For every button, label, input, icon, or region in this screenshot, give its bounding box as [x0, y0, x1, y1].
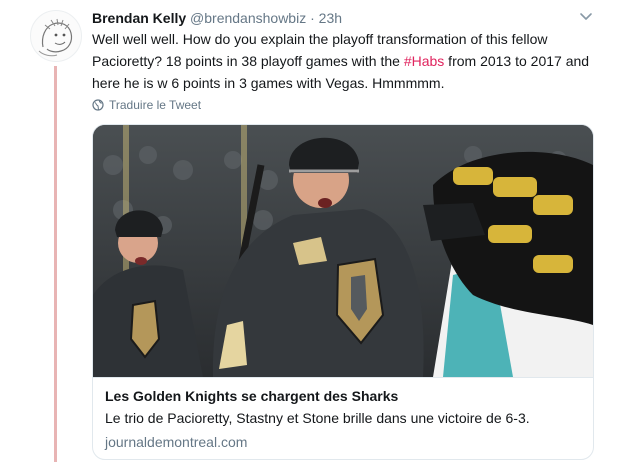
card-body: Les Golden Knights se chargent des Shark…	[93, 377, 593, 459]
tweet-header: Brendan Kelly @brendanshowbiz · 23h	[92, 9, 342, 27]
card-description: Le trio de Pacioretty, Stastny et Stone …	[105, 410, 530, 426]
avatar[interactable]	[30, 10, 82, 62]
translate-label: Traduire le Tweet	[109, 98, 202, 112]
author-name[interactable]: Brendan Kelly	[92, 10, 186, 26]
globe-icon	[92, 99, 104, 111]
hashtag-link[interactable]: #Habs	[404, 53, 444, 69]
avatar-sketch-icon	[38, 18, 73, 57]
card-domain[interactable]: journaldemontreal.com	[105, 432, 581, 452]
hockey-photo	[93, 125, 593, 377]
link-card[interactable]: Les Golden Knights se chargent des Shark…	[92, 124, 594, 460]
timestamp[interactable]: 23h	[319, 10, 342, 26]
translate-tweet-link[interactable]: Traduire le Tweet	[92, 97, 201, 113]
chevron-down-icon[interactable]	[578, 10, 594, 24]
author-handle[interactable]: @brendanshowbiz	[190, 10, 306, 26]
thread-line	[54, 66, 57, 462]
card-title[interactable]: Les Golden Knights se chargent des Shark…	[105, 386, 581, 406]
tweet-text: Well well well. How do you explain the p…	[92, 28, 592, 94]
separator-dot: ·	[310, 10, 315, 26]
tweet[interactable]: Brendan Kelly @brendanshowbiz · 23h Well…	[0, 0, 621, 462]
card-image[interactable]	[93, 125, 593, 377]
